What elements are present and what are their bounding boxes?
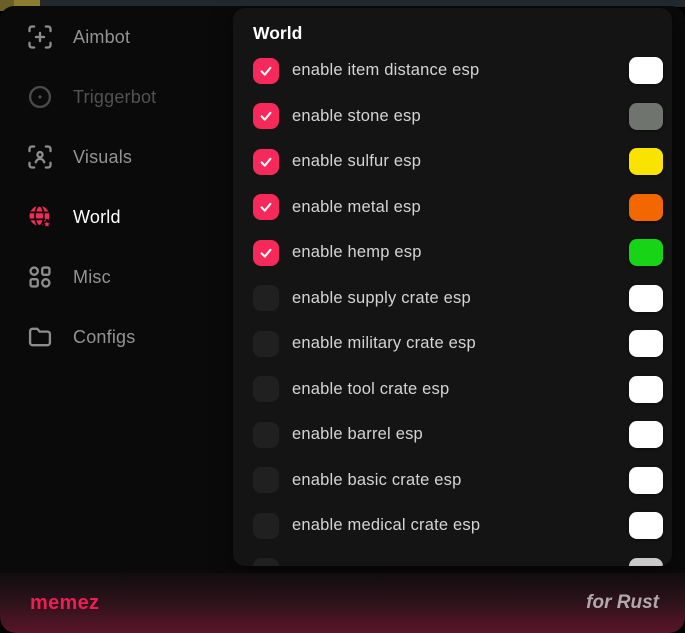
color-swatch[interactable] [629,285,663,312]
world-settings-panel: World enable item distance esp enable st… [233,8,672,566]
sidebar-item-label: Visuals [73,147,132,168]
page-title: World [253,22,663,44]
esp-row-medical-crate: enable medical crate esp [253,503,663,549]
color-swatch[interactable] [629,512,663,539]
esp-row-basic-crate: enable basic crate esp [253,458,663,504]
aimbot-crosshair-icon [25,22,55,52]
configs-folder-icon [25,322,55,352]
checkbox-hemp[interactable] [253,240,279,266]
checkbox-tool-crate[interactable] [253,376,279,402]
esp-row-supply-crate: enable supply crate esp [253,276,663,322]
sidebar-item-misc[interactable]: Misc [0,247,233,307]
color-swatch[interactable] [629,103,663,130]
checkbox-barrel[interactable] [253,422,279,448]
esp-row-label: enable stone esp [292,107,421,126]
checkbox-military-crate[interactable] [253,331,279,357]
color-swatch[interactable] [629,57,663,84]
esp-row-sulfur: enable sulfur esp [253,139,663,185]
color-swatch[interactable] [629,558,663,566]
esp-row-label: enable tool crate esp [292,380,449,399]
check-icon [258,154,274,170]
esp-row-label: enable sulfur esp [292,152,421,171]
esp-row-label: enable military crate esp [292,334,476,353]
checkbox-partial[interactable] [253,558,279,566]
checkbox-item-distance[interactable] [253,58,279,84]
color-swatch[interactable] [629,148,663,175]
visuals-person-scan-icon [25,142,55,172]
sidebar: Aimbot Triggerbot Visuals [0,6,233,573]
color-swatch[interactable] [629,194,663,221]
color-swatch[interactable] [629,421,663,448]
sidebar-item-label: World [73,207,121,228]
checkbox-stone[interactable] [253,103,279,129]
esp-row-label: enable item distance esp [292,61,479,80]
esp-row-tool-crate: enable tool crate esp [253,367,663,413]
esp-row-label: enable hemp esp [292,243,422,262]
sidebar-item-label: Misc [73,267,111,288]
esp-row-hemp: enable hemp esp [253,230,663,276]
check-icon [258,108,274,124]
footer-bar: memez for Rust [0,573,685,633]
world-globe-icon [25,202,55,232]
esp-row-label: enable basic crate esp [292,471,462,490]
edition-label: for Rust [586,592,659,614]
triggerbot-circle-icon [25,82,55,112]
sidebar-item-label: Aimbot [73,27,130,48]
sidebar-item-aimbot[interactable]: Aimbot [0,7,233,67]
check-icon [258,245,274,261]
color-swatch[interactable] [629,467,663,494]
esp-row-item-distance: enable item distance esp [253,48,663,94]
checkbox-supply-crate[interactable] [253,285,279,311]
esp-row-metal: enable metal esp [253,185,663,231]
sidebar-item-configs[interactable]: Configs [0,307,233,367]
esp-row-label: enable medical crate esp [292,516,480,535]
esp-row-stone: enable stone esp [253,94,663,140]
brand-name: memez [30,592,99,615]
cheat-menu-window: Aimbot Triggerbot Visuals [0,6,685,633]
sidebar-item-world[interactable]: World [0,187,233,247]
esp-row-label: enable metal esp [292,198,421,217]
check-icon [258,199,274,215]
esp-row-label: enable supply crate esp [292,289,471,308]
sidebar-item-label: Configs [73,327,135,348]
esp-row-label: enable barrel esp [292,425,423,444]
misc-shapes-icon [25,262,55,292]
color-swatch[interactable] [629,330,663,357]
check-icon [258,63,274,79]
sidebar-item-label: Triggerbot [73,87,156,108]
color-swatch[interactable] [629,239,663,266]
esp-row-military-crate: enable military crate esp [253,321,663,367]
sidebar-item-visuals[interactable]: Visuals [0,127,233,187]
checkbox-medical-crate[interactable] [253,513,279,539]
color-swatch[interactable] [629,376,663,403]
esp-row-barrel: enable barrel esp [253,412,663,458]
checkbox-sulfur[interactable] [253,149,279,175]
checkbox-basic-crate[interactable] [253,467,279,493]
esp-row-partial [253,549,663,567]
sidebar-item-triggerbot[interactable]: Triggerbot [0,67,233,127]
checkbox-metal[interactable] [253,194,279,220]
